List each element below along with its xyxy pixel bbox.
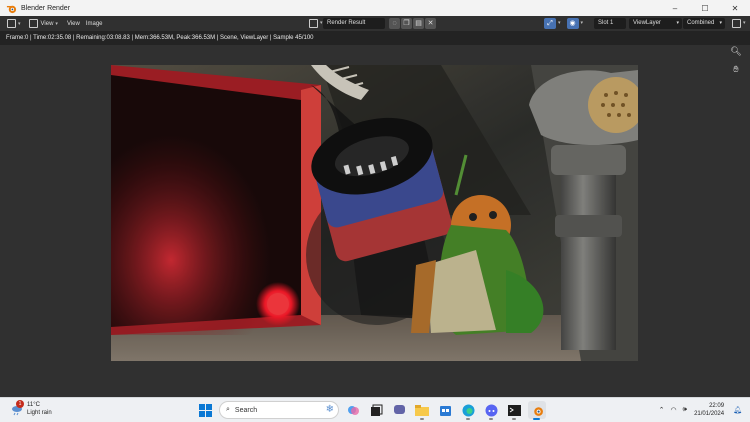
clock[interactable]: 22:09 21/01/2024 xyxy=(694,402,724,418)
close-button[interactable]: ✕ xyxy=(720,0,750,16)
menu-view[interactable]: View xyxy=(64,18,83,30)
taskbar-search-box[interactable]: ⌕ Search ❄ xyxy=(219,401,339,419)
menu-image[interactable]: Image xyxy=(83,18,106,30)
render-status-text: Frame:0 | Time:02:35.08 | Remaining:03:0… xyxy=(0,31,750,45)
pass-label: Combined xyxy=(687,20,715,26)
pan-hand-icon[interactable]: ✋︎ xyxy=(730,63,742,75)
chat-app-icon[interactable] xyxy=(390,401,408,419)
active-indicator xyxy=(533,418,540,420)
windows-start-icon[interactable] xyxy=(196,401,214,419)
editor-type-button[interactable]: ▾ xyxy=(4,18,24,30)
clock-date: 21/01/2024 xyxy=(694,411,725,417)
unlink-icon[interactable]: ✕ xyxy=(425,18,436,29)
weather-temp: 11°C xyxy=(27,402,40,408)
chevron-down-icon: ▾ xyxy=(18,20,21,27)
clock-time: 22:09 xyxy=(709,403,725,409)
view-mode-icon xyxy=(28,19,38,28)
chevron-up-icon[interactable]: ⌃ xyxy=(659,406,665,414)
rain-cloud-icon: 1 xyxy=(10,400,24,416)
view-mode-dropdown[interactable]: View ▾ xyxy=(26,18,61,30)
chevron-down-icon: ▾ xyxy=(580,20,584,26)
menu-view-label: View xyxy=(66,20,80,27)
slot-label: Slot 1 xyxy=(598,20,614,26)
overlay-toggle-button[interactable]: ◉ xyxy=(566,17,579,29)
chevron-down-icon: ▾ xyxy=(743,20,746,26)
blender-window: Blender Render – ☐ ✕ ▾ View ▾ View Image … xyxy=(0,0,750,397)
wifi-icon[interactable]: ◠ xyxy=(671,406,677,414)
chevron-down-icon: ▾ xyxy=(55,20,58,27)
view-mode-label: View xyxy=(40,20,54,27)
image-editor-canvas[interactable]: 🔍︎ ✋︎ xyxy=(0,45,750,397)
chevron-down-icon: ▾ xyxy=(558,20,561,26)
search-highlight-icon: ❄ xyxy=(325,404,334,415)
chevron-down-icon: ▾ xyxy=(676,20,679,26)
render-result-image xyxy=(111,65,638,361)
edge-icon[interactable] xyxy=(459,401,477,420)
title-bar: Blender Render – ☐ ✕ xyxy=(0,0,750,16)
command-prompt-icon[interactable] xyxy=(505,401,523,420)
running-indicator xyxy=(512,418,516,420)
minimize-button[interactable]: – xyxy=(660,0,690,16)
store-icon[interactable] xyxy=(436,401,454,419)
display-channels-button[interactable]: ▾ xyxy=(729,17,749,29)
view-layer-label: ViewLayer xyxy=(633,20,661,26)
weather-desc: Light rain xyxy=(27,410,52,416)
open-image-icon[interactable]: ▤ xyxy=(413,18,424,29)
file-explorer-icon[interactable] xyxy=(413,401,431,420)
image-name-field[interactable]: Render Result xyxy=(323,18,385,29)
image-editor-header: ▾ View ▾ View Image ▾ Render Result ◌ ❐ ▤… xyxy=(0,16,750,31)
blender-logo-icon xyxy=(4,1,18,15)
volume-icon[interactable]: 🕪︎ xyxy=(683,406,687,414)
chevron-down-icon: ▾ xyxy=(719,20,722,26)
running-indicator xyxy=(466,418,470,420)
maximize-button[interactable]: ☐ xyxy=(690,0,720,16)
image-browse-icon xyxy=(309,18,318,28)
terminal-app-icon[interactable] xyxy=(367,401,385,419)
new-image-icon[interactable]: ❐ xyxy=(401,18,412,29)
view-layer-dropdown[interactable]: ViewLayer ▾ xyxy=(629,18,682,29)
search-icon: ⌕ xyxy=(226,406,230,413)
windows-taskbar: 1 11°C Light rain ⌕ Search ❄ ⌃ ◠ 🕪︎ 22:0… xyxy=(0,397,750,422)
search-placeholder: Search xyxy=(234,406,258,414)
fake-user-icon[interactable]: ◌ xyxy=(389,18,400,29)
slot-dropdown[interactable]: Slot 1 xyxy=(594,18,626,29)
pass-dropdown[interactable]: Combined ▾ xyxy=(683,18,725,29)
window-title: Blender Render xyxy=(21,4,71,12)
copilot-icon[interactable] xyxy=(344,401,362,419)
color-channels-icon xyxy=(732,18,741,28)
system-tray: ⌃ ◠ 🕪︎ 22:09 21/01/2024 🔔︎ xyxy=(656,401,750,419)
zoom-icon[interactable]: 🔍︎ xyxy=(730,45,742,57)
discord-icon[interactable] xyxy=(482,401,500,420)
menu-image-label: Image xyxy=(85,20,103,27)
running-indicator xyxy=(489,418,493,420)
gizmo-toggle-button[interactable]: ⤢ xyxy=(544,17,556,29)
blender-icon[interactable] xyxy=(528,401,546,420)
image-editor-icon xyxy=(7,19,16,28)
running-indicator xyxy=(420,418,424,420)
notification-bell-icon[interactable]: 🔔︎ xyxy=(733,406,742,414)
weather-widget[interactable]: 1 11°C Light rain xyxy=(10,400,52,417)
weather-badge: 1 xyxy=(16,400,24,408)
